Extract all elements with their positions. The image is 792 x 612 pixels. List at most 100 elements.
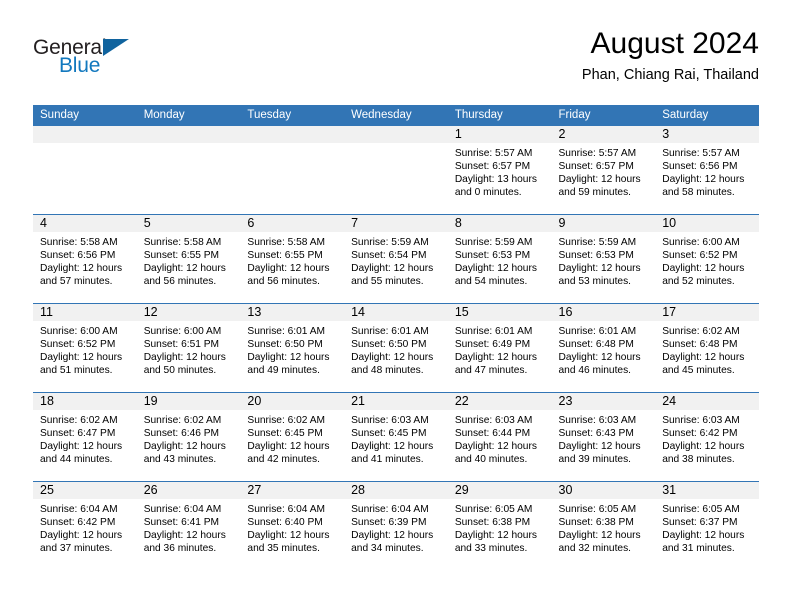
day-detail-line: Daylight: 12 hours bbox=[40, 530, 123, 542]
calendar-day-cell[interactable]: 7 Sunrise: 5:59 AM Sunset: 6:54 PM Daylight… bbox=[344, 214, 448, 304]
calendar-day-cell[interactable]: 5 Sunrise: 5:58 AM Sunset: 6:55 PM Daylight… bbox=[136, 214, 241, 304]
day-detail-line: Sunrise: 6:03 AM bbox=[351, 415, 429, 426]
weekday-header-monday: Monday bbox=[136, 105, 241, 126]
calendar-day-cell[interactable]: 25 Sunrise: 6:04 AM Sunset: 6:42 PM Dayligh… bbox=[33, 481, 137, 570]
day-detail-line: Sunset: 6:45 PM bbox=[247, 428, 323, 440]
day-detail-line: and 53 minutes. bbox=[558, 276, 632, 288]
day-detail-line: Sunset: 6:50 PM bbox=[247, 339, 323, 351]
day-details: Sunrise: 5:57 AM Sunset: 6:57 PM Daylight:… bbox=[448, 143, 552, 199]
day-number: 30 bbox=[551, 482, 656, 499]
calendar-day-cell[interactable]: 3 Sunrise: 5:57 AM Sunset: 6:56 PM Daylight… bbox=[655, 126, 759, 215]
day-number: 28 bbox=[344, 482, 448, 499]
day-details: Sunrise: 6:00 AM Sunset: 6:52 PM Daylight:… bbox=[655, 232, 759, 288]
day-number: 22 bbox=[447, 393, 552, 410]
day-detail-line: Daylight: 12 hours bbox=[351, 352, 434, 364]
day-detail-line: Daylight: 13 hours bbox=[454, 174, 537, 186]
day-detail-line: and 52 minutes. bbox=[662, 276, 735, 288]
calendar-grid: Sunday Monday Tuesday Wednesday Thursday… bbox=[33, 105, 759, 570]
calendar-day-cell[interactable]: 4 Sunrise: 5:58 AM Sunset: 6:56 PM Daylight… bbox=[33, 214, 137, 304]
day-detail-line: Sunset: 6:57 PM bbox=[454, 161, 531, 173]
calendar-day-cell[interactable]: 30 Sunrise: 6:05 AM Sunset: 6:38 PM Dayligh… bbox=[551, 481, 656, 570]
day-detail-line: Sunset: 6:40 PM bbox=[247, 517, 323, 529]
day-number: 13 bbox=[240, 304, 345, 321]
day-detail-line: Daylight: 12 hours bbox=[351, 263, 434, 275]
day-detail-line: and 55 minutes. bbox=[351, 276, 424, 288]
calendar-day-cell[interactable]: 8 Sunrise: 5:59 AM Sunset: 6:53 PM Daylight… bbox=[447, 214, 552, 304]
day-detail-line: Sunset: 6:52 PM bbox=[40, 339, 116, 351]
calendar-day-cell[interactable]: 19 Sunrise: 6:02 AM Sunset: 6:46 PM Dayligh… bbox=[136, 392, 241, 482]
day-detail-line: Sunrise: 6:01 AM bbox=[558, 326, 637, 337]
calendar-day-cell[interactable]: 21 Sunrise: 6:03 AM Sunset: 6:45 PM Dayligh… bbox=[344, 392, 448, 482]
calendar-day-cell[interactable]: 12 Sunrise: 6:00 AM Sunset: 6:51 PM Dayligh… bbox=[136, 303, 241, 393]
day-details: Sunrise: 6:01 AM Sunset: 6:50 PM Daylight:… bbox=[344, 321, 448, 377]
calendar-day-cell[interactable]: 31 Sunrise: 6:05 AM Sunset: 6:37 PM Dayligh… bbox=[655, 481, 759, 570]
day-details: Sunrise: 6:02 AM Sunset: 6:47 PM Daylight:… bbox=[33, 410, 137, 466]
day-detail-line: Daylight: 12 hours bbox=[351, 441, 434, 453]
calendar-week-row: 11 Sunrise: 6:00 AM Sunset: 6:52 PM Dayligh… bbox=[33, 303, 759, 393]
calendar-empty-cell bbox=[136, 126, 241, 215]
day-number: 15 bbox=[447, 304, 552, 321]
day-details: Sunrise: 6:02 AM Sunset: 6:46 PM Daylight:… bbox=[137, 410, 241, 466]
day-details: Sunrise: 6:01 AM Sunset: 6:49 PM Daylight:… bbox=[448, 321, 552, 377]
day-detail-line: Daylight: 12 hours bbox=[558, 174, 641, 186]
day-detail-line: Daylight: 12 hours bbox=[558, 263, 641, 275]
day-detail-line: Sunrise: 6:01 AM bbox=[247, 326, 325, 337]
calendar-day-cell[interactable]: 20 Sunrise: 6:02 AM Sunset: 6:45 PM Dayligh… bbox=[240, 392, 345, 482]
calendar-day-cell[interactable]: 11 Sunrise: 6:00 AM Sunset: 6:52 PM Dayligh… bbox=[33, 303, 137, 393]
day-detail-line: and 43 minutes. bbox=[143, 454, 217, 466]
day-number bbox=[33, 126, 137, 143]
day-detail-line: Daylight: 12 hours bbox=[143, 441, 226, 453]
calendar-day-cell[interactable]: 17 Sunrise: 6:02 AM Sunset: 6:48 PM Dayligh… bbox=[655, 303, 759, 393]
day-detail-line: and 56 minutes. bbox=[143, 276, 217, 288]
weekday-header-thursday: Thursday bbox=[447, 105, 552, 126]
day-detail-line: Sunset: 6:46 PM bbox=[143, 428, 220, 440]
day-detail-line: Daylight: 12 hours bbox=[40, 263, 123, 275]
day-detail-line: Sunset: 6:48 PM bbox=[558, 339, 634, 351]
day-detail-line: Sunrise: 6:00 AM bbox=[662, 237, 740, 248]
day-detail-line: Daylight: 12 hours bbox=[662, 263, 745, 275]
calendar-day-cell[interactable]: 13 Sunrise: 6:01 AM Sunset: 6:50 PM Dayligh… bbox=[240, 303, 345, 393]
calendar-day-cell[interactable]: 23 Sunrise: 6:03 AM Sunset: 6:43 PM Dayligh… bbox=[551, 392, 656, 482]
calendar-day-cell[interactable]: 27 Sunrise: 6:04 AM Sunset: 6:40 PM Dayligh… bbox=[240, 481, 345, 570]
calendar-day-cell[interactable]: 16 Sunrise: 6:01 AM Sunset: 6:48 PM Dayligh… bbox=[551, 303, 656, 393]
day-details: Sunrise: 6:04 AM Sunset: 6:42 PM Daylight:… bbox=[33, 499, 137, 555]
day-detail-line: and 48 minutes. bbox=[351, 365, 424, 377]
day-detail-line: Sunrise: 5:59 AM bbox=[454, 237, 533, 248]
day-number bbox=[136, 126, 241, 143]
day-detail-line: and 39 minutes. bbox=[558, 454, 632, 466]
day-detail-line: Daylight: 12 hours bbox=[143, 263, 226, 275]
calendar-day-cell[interactable]: 26 Sunrise: 6:04 AM Sunset: 6:41 PM Dayligh… bbox=[136, 481, 241, 570]
day-detail-line: and 44 minutes. bbox=[40, 454, 113, 466]
calendar-day-cell[interactable]: 9 Sunrise: 5:59 AM Sunset: 6:53 PM Daylight… bbox=[551, 214, 656, 304]
day-details: Sunrise: 6:01 AM Sunset: 6:50 PM Daylight:… bbox=[240, 321, 344, 377]
day-number: 21 bbox=[344, 393, 448, 410]
day-number: 31 bbox=[655, 482, 759, 499]
day-detail-line: and 51 minutes. bbox=[40, 365, 113, 377]
day-detail-line: and 56 minutes. bbox=[247, 276, 320, 288]
day-detail-line: and 40 minutes. bbox=[454, 454, 528, 466]
day-details: Sunrise: 6:03 AM Sunset: 6:45 PM Daylight:… bbox=[344, 410, 448, 466]
general-blue-logo[interactable]: General Blue bbox=[33, 36, 173, 84]
calendar-day-cell[interactable]: 10 Sunrise: 6:00 AM Sunset: 6:52 PM Dayligh… bbox=[655, 214, 759, 304]
calendar-table: Sunday Monday Tuesday Wednesday Thursday… bbox=[33, 105, 759, 570]
day-detail-line: Daylight: 12 hours bbox=[558, 352, 641, 364]
day-details: Sunrise: 5:58 AM Sunset: 6:55 PM Daylight:… bbox=[137, 232, 241, 288]
day-detail-line: Daylight: 12 hours bbox=[454, 441, 537, 453]
calendar-day-cell[interactable]: 28 Sunrise: 6:04 AM Sunset: 6:39 PM Dayligh… bbox=[344, 481, 448, 570]
calendar-day-cell[interactable]: 14 Sunrise: 6:01 AM Sunset: 6:50 PM Dayligh… bbox=[344, 303, 448, 393]
calendar-day-cell[interactable]: 6 Sunrise: 5:58 AM Sunset: 6:55 PM Daylight… bbox=[240, 214, 345, 304]
calendar-day-cell[interactable]: 22 Sunrise: 6:03 AM Sunset: 6:44 PM Dayligh… bbox=[447, 392, 552, 482]
calendar-day-cell[interactable]: 2 Sunrise: 5:57 AM Sunset: 6:57 PM Daylight… bbox=[551, 126, 656, 215]
calendar-day-cell[interactable]: 29 Sunrise: 6:05 AM Sunset: 6:38 PM Dayligh… bbox=[447, 481, 552, 570]
calendar-day-cell[interactable]: 18 Sunrise: 6:02 AM Sunset: 6:47 PM Dayligh… bbox=[33, 392, 137, 482]
day-detail-line: and 45 minutes. bbox=[662, 365, 735, 377]
calendar-day-cell[interactable]: 15 Sunrise: 6:01 AM Sunset: 6:49 PM Dayligh… bbox=[447, 303, 552, 393]
day-detail-line: Daylight: 12 hours bbox=[247, 263, 330, 275]
day-detail-line: Sunrise: 5:59 AM bbox=[558, 237, 637, 248]
day-detail-line: Daylight: 12 hours bbox=[454, 352, 537, 364]
calendar-day-cell[interactable]: 1 Sunrise: 5:57 AM Sunset: 6:57 PM Daylight… bbox=[447, 126, 552, 215]
day-details: Sunrise: 6:02 AM Sunset: 6:48 PM Daylight:… bbox=[655, 321, 759, 377]
day-detail-line: and 37 minutes. bbox=[40, 543, 113, 555]
calendar-day-cell[interactable]: 24 Sunrise: 6:03 AM Sunset: 6:42 PM Dayligh… bbox=[655, 392, 759, 482]
day-detail-line: Daylight: 12 hours bbox=[662, 441, 745, 453]
